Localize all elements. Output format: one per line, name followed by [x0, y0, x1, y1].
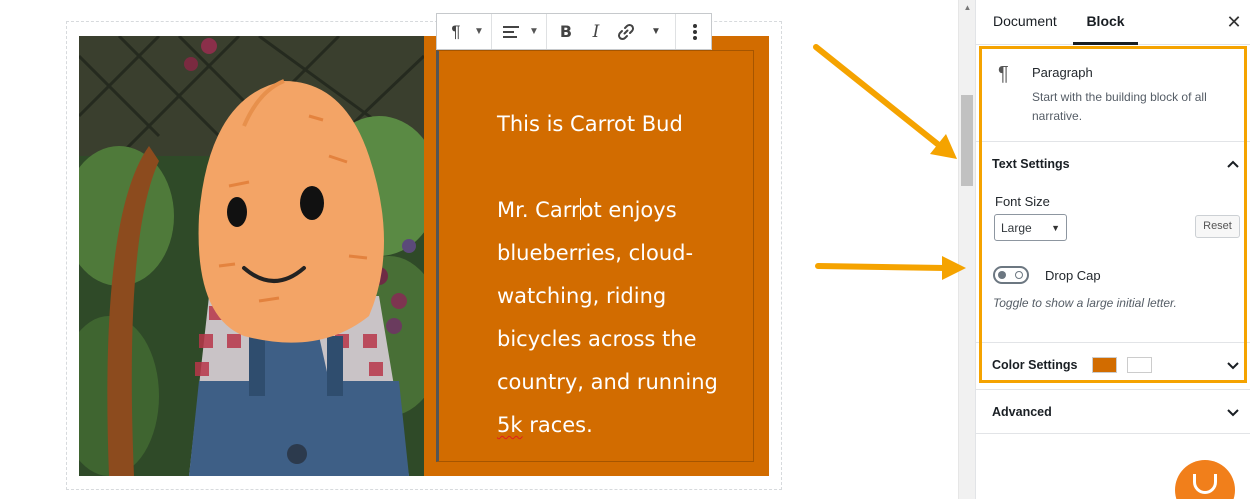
more-rich-text-chevron-icon[interactable]: ▼: [641, 14, 671, 49]
toggle-knob: [998, 271, 1006, 279]
heading-text: This is Carrot Bud: [497, 112, 683, 136]
color-settings-title: Color Settings: [992, 358, 1078, 372]
reset-button[interactable]: Reset: [1195, 215, 1240, 238]
block-switcher-group: ¶ ▼: [437, 14, 492, 49]
pilcrow-icon: ¶: [998, 63, 1009, 85]
drop-cap-toggle[interactable]: [993, 266, 1029, 284]
italic-button[interactable]: I: [581, 14, 611, 49]
block-card-title: Paragraph: [1032, 65, 1093, 80]
alignment-group: ▼: [492, 14, 547, 49]
bold-label: B: [559, 22, 573, 41]
close-icon[interactable]: ✕: [1224, 12, 1244, 32]
body-text: Mr. Carrot enjoys blueberries, cloud-wat…: [497, 189, 737, 447]
background-color-swatch: [1092, 357, 1117, 373]
sidebar-tabs: Document Block ✕: [976, 0, 1250, 45]
text-settings-title: Text Settings: [992, 157, 1070, 171]
body-text-part: ot enjoys blueberries, cloud-watching, r…: [497, 198, 718, 394]
more-group: [676, 14, 714, 49]
text-panel: This is Carrot Bud Mr. Carrot enjoys blu…: [424, 36, 769, 476]
chevron-down-icon[interactable]: ▼: [471, 14, 487, 49]
chevron-down-icon: [1227, 362, 1239, 370]
tab-document[interactable]: Document: [993, 0, 1057, 45]
block-card: ¶ Paragraph Start with the building bloc…: [976, 46, 1250, 142]
bold-button[interactable]: B: [551, 14, 581, 49]
font-size-value: Large: [1001, 221, 1032, 235]
font-size-select[interactable]: Large ▼: [994, 214, 1067, 241]
misspelled-word: 5k: [497, 413, 523, 437]
align-left-icon[interactable]: [496, 14, 526, 49]
link-icon[interactable]: [611, 14, 641, 49]
tab-block[interactable]: Block: [1073, 0, 1138, 45]
chevron-down-icon: [1227, 409, 1239, 417]
text-color-swatch: [1127, 357, 1152, 373]
advanced-title: Advanced: [992, 405, 1052, 419]
carrot-bud-photo: [79, 36, 424, 476]
body-text-part: Mr. Carr: [497, 198, 580, 222]
scrollbar-thumb[interactable]: [961, 95, 973, 186]
select-arrow-icon: ▼: [1051, 223, 1060, 233]
block-toolbar: ¶ ▼ ▼ B I ▼: [436, 13, 712, 50]
body-text-end: races.: [522, 413, 593, 437]
text-settings-toggle[interactable]: Text Settings: [976, 142, 1250, 187]
carrot-bud-image[interactable]: [79, 36, 424, 476]
format-group: B I ▼: [547, 14, 676, 49]
advanced-toggle[interactable]: Advanced: [976, 389, 1250, 434]
drop-cap-help: Toggle to show a large initial letter.: [993, 296, 1177, 310]
chat-smile-icon: [1193, 474, 1217, 494]
toggle-off-indicator: [1015, 271, 1023, 279]
font-size-label: Font Size: [995, 194, 1050, 209]
paragraph-content[interactable]: This is Carrot Bud Mr. Carrot enjoys blu…: [497, 103, 737, 447]
drop-cap-label[interactable]: Drop Cap: [1045, 268, 1101, 283]
paragraph-block[interactable]: This is Carrot Bud Mr. Carrot enjoys blu…: [436, 50, 754, 462]
chevron-up-icon: [1227, 160, 1239, 168]
scroll-up-arrow-icon[interactable]: ▲: [959, 0, 976, 16]
chevron-down-icon[interactable]: ▼: [526, 14, 542, 49]
editor-scrollbar[interactable]: ▲: [958, 0, 975, 499]
block-card-description: Start with the building block of all nar…: [1032, 90, 1207, 123]
settings-sidebar: Document Block ✕ ¶ Paragraph Start with …: [975, 0, 1250, 499]
editor-canvas: This is Carrot Bud Mr. Carrot enjoys blu…: [0, 0, 958, 499]
more-vertical-icon[interactable]: [680, 14, 710, 49]
italic-label: I: [592, 21, 600, 42]
pilcrow-icon[interactable]: ¶: [441, 14, 471, 49]
